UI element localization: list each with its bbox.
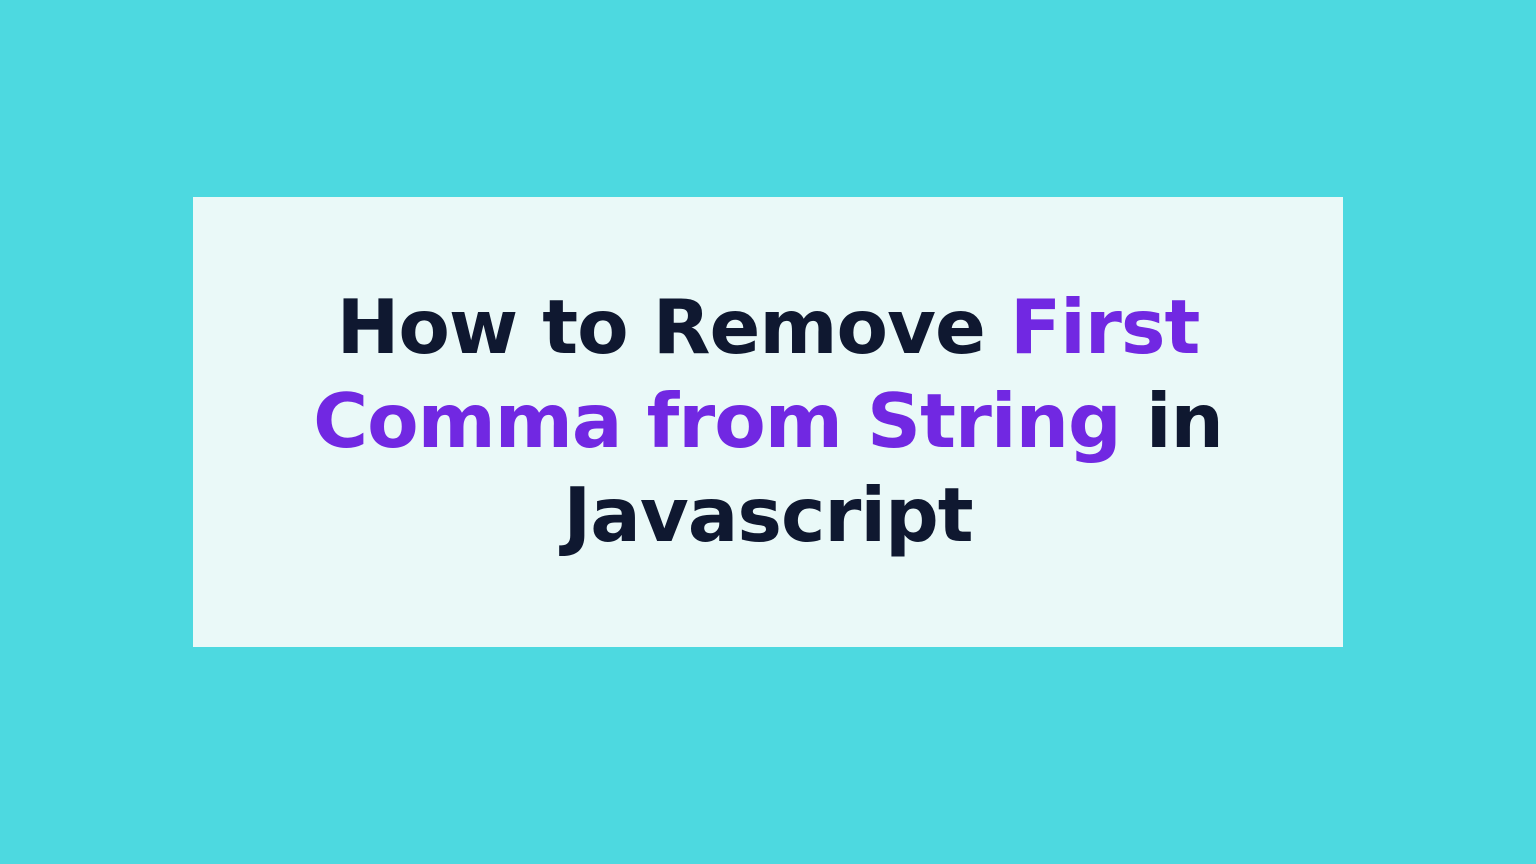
page-title: How to Remove First Comma from String in… xyxy=(273,281,1263,562)
title-segment-1: How to Remove xyxy=(337,283,1010,371)
title-card: How to Remove First Comma from String in… xyxy=(193,197,1343,647)
